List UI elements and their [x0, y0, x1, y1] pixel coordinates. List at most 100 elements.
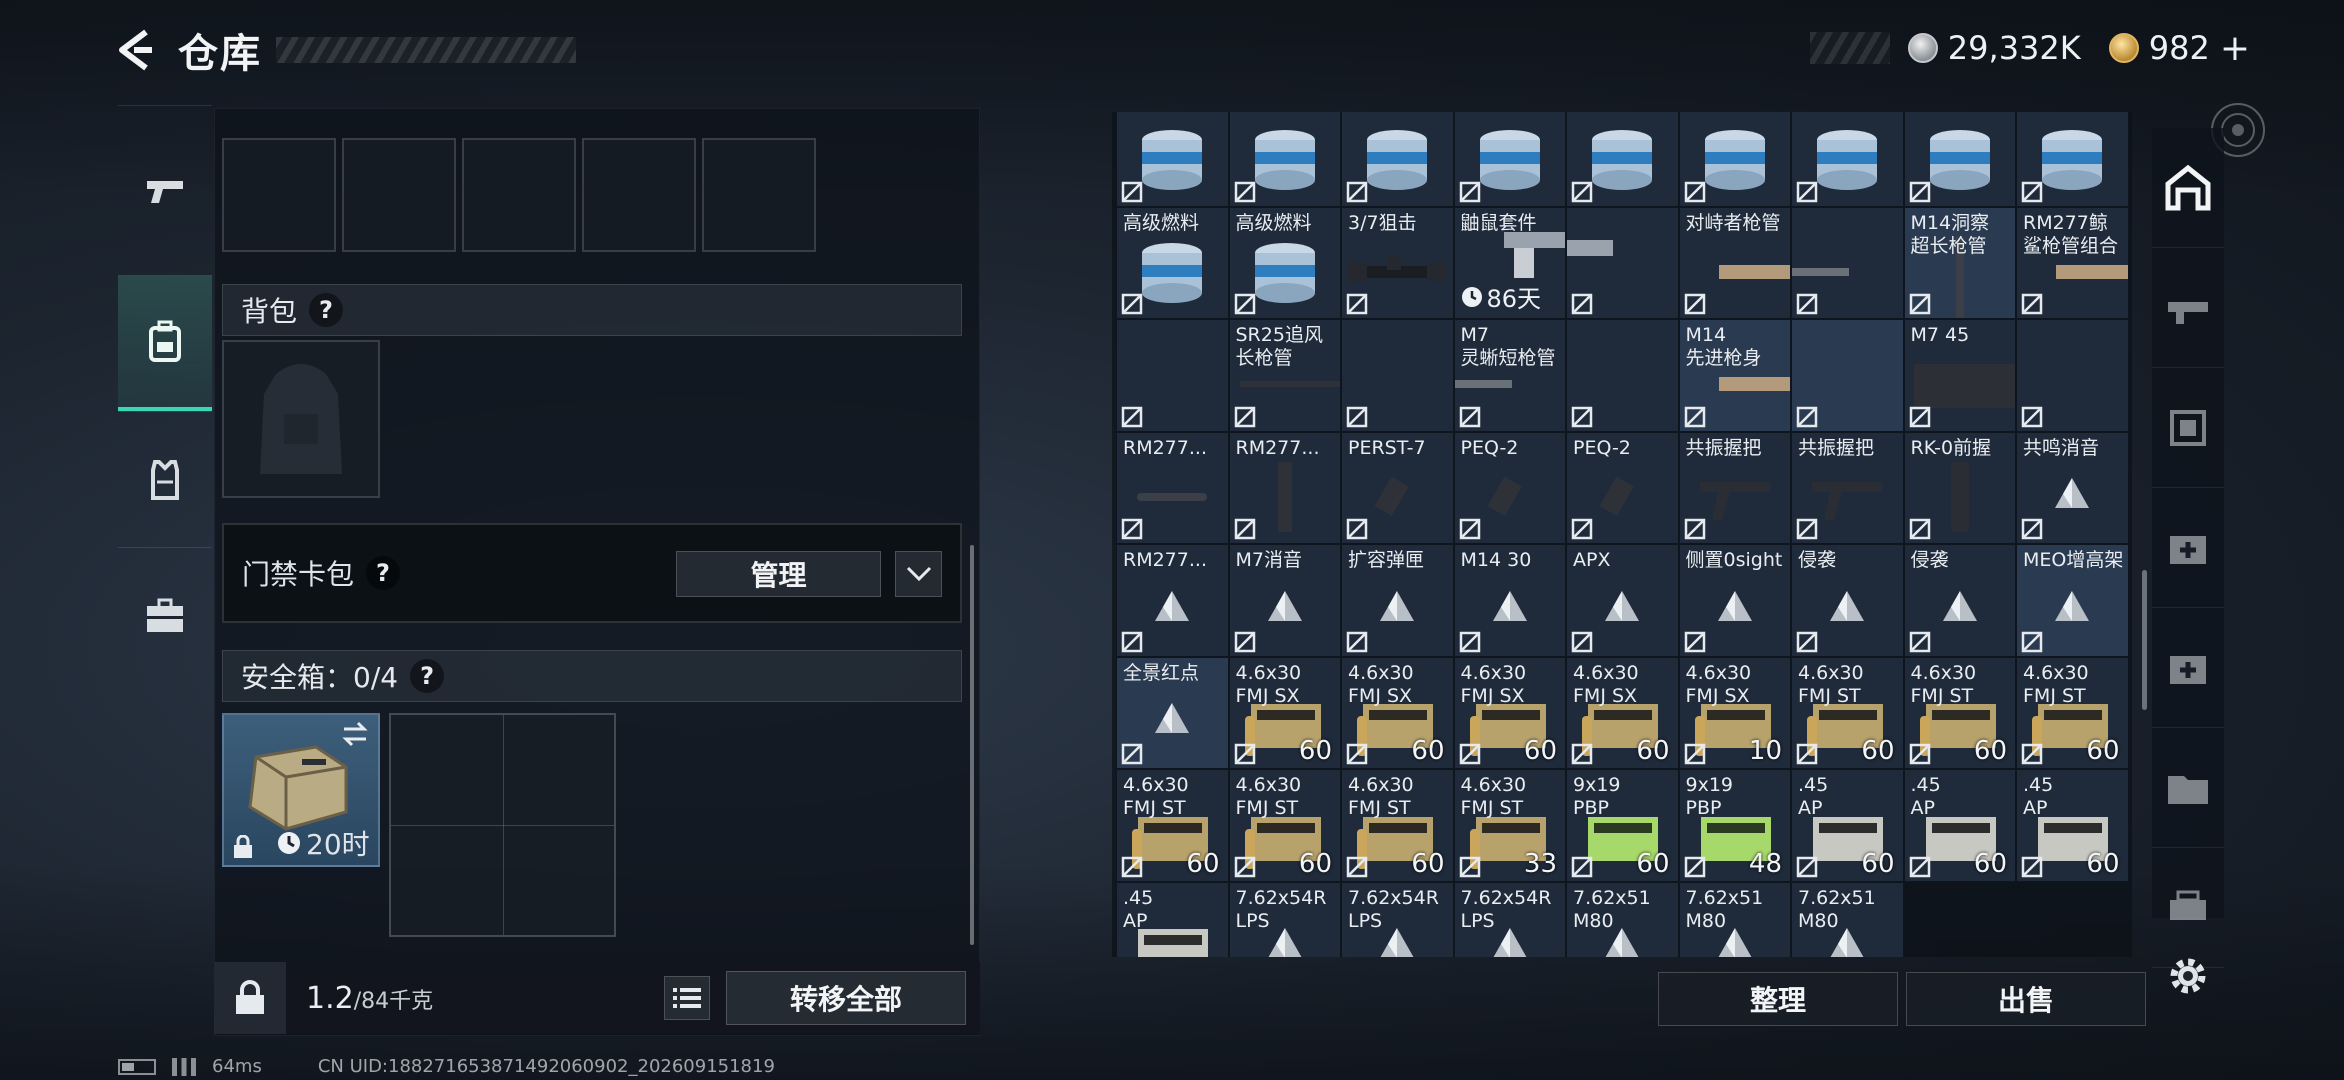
inventory-item[interactable]: 7.62x54R LPS60	[1228, 881, 1341, 957]
safebox-item[interactable]: 20时	[222, 713, 380, 867]
inventory-item[interactable]	[1453, 112, 1566, 207]
inventory-item[interactable]: 共振握把	[1791, 431, 1904, 544]
inventory-item[interactable]: 4.6x30 FMJ SX 60	[1341, 656, 1454, 769]
inventory-item[interactable]: 侵袭	[1903, 544, 2016, 657]
help-button[interactable]: ?	[309, 293, 344, 327]
inventory-item[interactable]	[1116, 319, 1229, 432]
inventory-item[interactable]: RK-0前握	[1903, 431, 2016, 544]
inventory-item[interactable]: 7.62x51 M8060	[1566, 881, 1679, 957]
nav-backpack[interactable]	[118, 275, 212, 411]
inventory-item[interactable]: 侧置0sight	[1678, 544, 1791, 657]
settings-gear-icon[interactable]	[2164, 952, 2212, 1000]
filter-attachments[interactable]	[2152, 368, 2224, 488]
inventory-item[interactable]: 扩容弹匣	[1341, 544, 1454, 657]
inventory-item[interactable]	[1791, 112, 1904, 207]
inventory-item[interactable]: APX	[1566, 544, 1679, 657]
inventory-item[interactable]: 4.6x30 FMJ ST 60	[1341, 769, 1454, 882]
filter-documents[interactable]	[2152, 728, 2224, 848]
backpack-slot[interactable]	[222, 340, 380, 498]
inventory-item[interactable]: 4.6x30 FMJ SX 10	[1678, 656, 1791, 769]
slot[interactable]	[702, 138, 816, 252]
inventory-item[interactable]: M14洞察 超长枪管	[1903, 206, 2016, 319]
inventory-item[interactable]: M14 30	[1453, 544, 1566, 657]
inventory-item[interactable]: PEQ-2	[1453, 431, 1566, 544]
inventory-item[interactable]	[1678, 112, 1791, 207]
inventory-item[interactable]: 4.6x30 FMJ ST 33	[1453, 769, 1566, 882]
inventory-item[interactable]: 高级燃料	[1116, 206, 1229, 319]
inventory-item[interactable]: 7.62x51 M8060	[1791, 881, 1904, 957]
back-arrow-icon[interactable]	[112, 26, 160, 74]
inventory-item[interactable]: M7 灵蜥短枪管	[1453, 319, 1566, 432]
inventory-item[interactable]	[1566, 112, 1679, 207]
loadout-scrollbar[interactable]	[970, 545, 974, 945]
add-gold-button[interactable]: +	[2220, 28, 2250, 69]
inventory-item[interactable]: 共鸣消音	[2016, 431, 2129, 544]
inventory-item[interactable]	[2016, 112, 2129, 207]
inventory-item[interactable]: .45 AP 60	[2016, 769, 2129, 882]
inventory-item[interactable]: PEQ-2	[1566, 431, 1679, 544]
list-view-button[interactable]	[664, 976, 710, 1020]
inventory-item[interactable]	[1566, 206, 1679, 319]
inventory-item[interactable]: 4.6x30 FMJ SX 60	[1566, 656, 1679, 769]
filter-weapon-parts[interactable]	[2152, 248, 2224, 368]
inventory-item[interactable]: 9x19 PBP 48	[1678, 769, 1791, 882]
inventory-item[interactable]: 共振握把	[1678, 431, 1791, 544]
inventory-item[interactable]: RM277...	[1116, 544, 1229, 657]
inventory-item[interactable]: 侵袭	[1791, 544, 1904, 657]
safebox-grid[interactable]	[389, 713, 616, 937]
inventory-item[interactable]: M7消音	[1228, 544, 1341, 657]
inventory-item[interactable]: SR25追风 长枪管	[1228, 319, 1341, 432]
inventory-item[interactable]: .45 AP 60	[1903, 769, 2016, 882]
inventory-item[interactable]: PERST-7	[1341, 431, 1454, 544]
inventory-item[interactable]	[2016, 319, 2129, 432]
inventory-item[interactable]: RM277鲸鲨枪管组合	[2016, 206, 2129, 319]
slot[interactable]	[462, 138, 576, 252]
manage-button[interactable]: 管理	[676, 551, 881, 597]
inventory-item[interactable]: 9x19 PBP 60	[1566, 769, 1679, 882]
inventory-item[interactable]: M14 先进枪身	[1678, 319, 1791, 432]
slot[interactable]	[222, 138, 336, 252]
inventory-item[interactable]: 3/7狙击	[1341, 206, 1454, 319]
expand-button[interactable]	[895, 551, 942, 597]
inventory-item[interactable]: RM277...	[1228, 431, 1341, 544]
inventory-item[interactable]: 4.6x30 FMJ SX 60	[1453, 656, 1566, 769]
slot[interactable]	[582, 138, 696, 252]
inventory-item[interactable]: 4.6x30 FMJ ST 60	[1903, 656, 2016, 769]
inventory-item[interactable]: .45 AP 60	[1791, 769, 1904, 882]
filter-equipment[interactable]	[2152, 848, 2224, 968]
slot[interactable]	[342, 138, 456, 252]
help-button[interactable]: ?	[366, 556, 401, 590]
swap-icon[interactable]	[340, 721, 370, 747]
inventory-item[interactable]: M7 45	[1903, 319, 2016, 432]
inventory-item[interactable]: 7.62x51 M8060	[1678, 881, 1791, 957]
inventory-item[interactable]: MEO增高架	[2016, 544, 2129, 657]
filter-medical[interactable]	[2152, 488, 2224, 608]
inventory-item[interactable]: .45 AP12	[1116, 881, 1229, 957]
nav-weapon[interactable]	[118, 105, 212, 275]
inventory-item[interactable]: 4.6x30 FMJ ST 60	[1228, 769, 1341, 882]
inventory-item[interactable]	[1791, 319, 1904, 432]
inventory-item[interactable]: 高级燃料	[1228, 206, 1341, 319]
nav-case[interactable]	[118, 547, 212, 683]
inventory-item[interactable]	[1341, 319, 1454, 432]
inventory-item[interactable]: 7.62x54R LPS14	[1453, 881, 1566, 957]
filter-all[interactable]	[2152, 128, 2224, 248]
weight-lock-button[interactable]	[214, 962, 286, 1034]
inventory-item[interactable]: 7.62x54R LPS60	[1341, 881, 1454, 957]
transfer-all-button[interactable]: 转移全部	[726, 971, 966, 1025]
inventory-item[interactable]: 4.6x30 FMJ ST 60	[1791, 656, 1904, 769]
inventory-item[interactable]: 全景红点	[1116, 656, 1229, 769]
sell-button[interactable]: 出售	[1906, 972, 2146, 1026]
nav-vest[interactable]	[118, 411, 212, 547]
inventory-item[interactable]	[1341, 112, 1454, 207]
inventory-item[interactable]: 对峙者枪管	[1678, 206, 1791, 319]
inventory-item[interactable]	[1228, 112, 1341, 207]
inventory-item[interactable]: 4.6x30 FMJ ST 60	[1116, 769, 1229, 882]
inventory-item[interactable]: RM277...	[1116, 431, 1229, 544]
filter-medical-2[interactable]	[2152, 608, 2224, 728]
inventory-item[interactable]	[1903, 112, 2016, 207]
inventory-item[interactable]	[1566, 319, 1679, 432]
help-button[interactable]: ?	[410, 659, 445, 693]
inventory-scrollbar[interactable]	[2142, 570, 2147, 710]
sort-button[interactable]: 整理	[1658, 972, 1898, 1026]
